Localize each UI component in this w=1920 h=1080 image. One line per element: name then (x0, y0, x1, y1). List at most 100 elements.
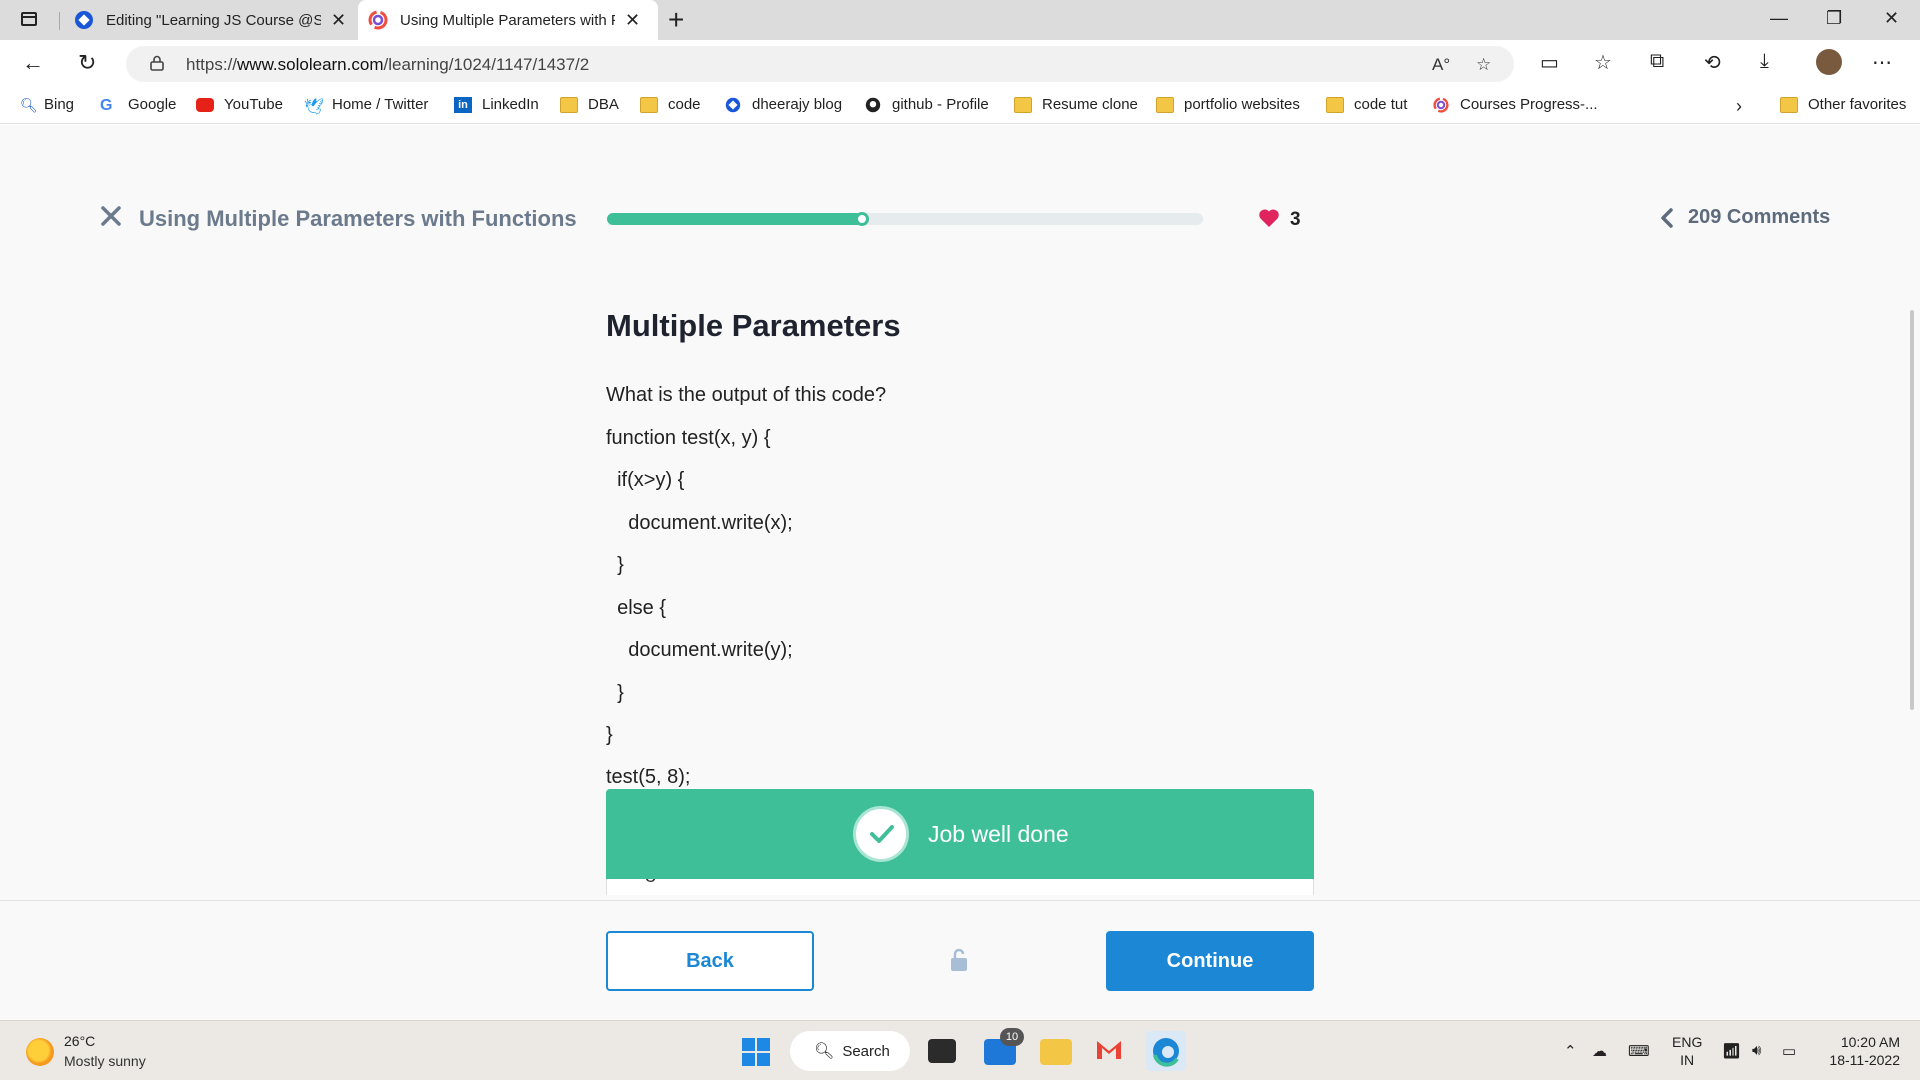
folder-icon (560, 96, 578, 113)
page-scrollbar[interactable] (1910, 310, 1914, 710)
bookmark-youtube[interactable]: YouTube (196, 96, 283, 113)
back-button[interactable]: Back (606, 931, 814, 991)
windows-start-icon[interactable] (742, 1038, 770, 1066)
tab-separator (59, 12, 60, 30)
lesson-title: Using Multiple Parameters with Functions (139, 206, 577, 231)
windows-taskbar: 26°C Mostly sunny 🔍︎ Search 10 ⌃ ☁ ⌨ ENG I… (0, 1020, 1920, 1080)
profile-avatar[interactable] (1816, 49, 1842, 75)
taskbar-search[interactable]: 🔍︎ Search (790, 1031, 910, 1071)
tray-overflow-chevron-icon[interactable]: ⌃ (1564, 1042, 1577, 1060)
gmail-icon[interactable] (1094, 1037, 1126, 1069)
folder-icon (640, 96, 658, 113)
bookmark-google[interactable]: G Google (100, 96, 176, 114)
edge-browser-icon[interactable] (1146, 1031, 1186, 1071)
volume-icon[interactable]: 🔊︎ (1752, 1042, 1761, 1059)
folder-icon (1156, 96, 1174, 113)
weather-temperature[interactable]: 26°C (64, 1033, 95, 1049)
check-icon (853, 806, 909, 862)
bookmark-folder-resume-clone[interactable]: Resume clone (1014, 96, 1138, 113)
google-icon: G (100, 96, 113, 114)
bookmark-folder-code-tut[interactable]: code tut (1326, 96, 1407, 113)
read-aloud-icon[interactable]: A° (1432, 55, 1450, 75)
progress-fill (607, 212, 870, 226)
close-icon[interactable]: ✕ (1884, 8, 1899, 29)
bookmarks-overflow-chevron-icon[interactable]: › (1736, 96, 1742, 117)
question-text: What is the output of this code? (606, 384, 887, 406)
file-explorer-icon[interactable] (1040, 1039, 1072, 1065)
favorites-icon[interactable]: ☆ (1594, 50, 1612, 75)
mail-badge: 10 (1000, 1028, 1024, 1046)
add-favorite-icon[interactable]: ☆ (1476, 55, 1491, 75)
code-line: function test(x, y) { (606, 427, 771, 449)
collections-icon[interactable]: ⧉ (1650, 50, 1664, 73)
battery-icon[interactable]: ▭ (1782, 1042, 1796, 1060)
folder-icon (1780, 96, 1798, 113)
address-toolbar: ← ↻ https://www.sololearn.com/learning/1… (0, 40, 1920, 88)
keyboard-icon[interactable]: ⌨ (1628, 1042, 1650, 1060)
close-lesson-icon[interactable] (100, 205, 122, 227)
folder-icon (1326, 96, 1344, 113)
blog-icon (725, 97, 741, 112)
bookmark-github[interactable]: github - Profile (864, 96, 989, 113)
task-view-icon[interactable] (928, 1039, 956, 1063)
tab-actions-icon[interactable] (18, 9, 40, 31)
download-icon[interactable]: ⤓ (1760, 50, 1769, 73)
blog-icon (75, 11, 93, 29)
tab-close-icon[interactable]: ✕ (331, 10, 346, 31)
lock-icon (150, 55, 164, 71)
weather-sun-icon[interactable] (26, 1038, 54, 1066)
new-tab-icon[interactable]: + (668, 4, 684, 36)
hearts-count: 3 (1290, 209, 1301, 230)
bookmark-other-favorites[interactable]: Other favorites (1780, 96, 1906, 113)
minimize-icon[interactable]: — (1770, 8, 1788, 29)
answer-value: 8 (645, 879, 656, 888)
twitter-icon: 🕊︎ (304, 98, 325, 116)
sololearn-icon (368, 10, 388, 30)
more-options-icon[interactable]: ⋯ (1872, 50, 1892, 75)
bookmark-twitter[interactable]: 🕊︎ Home / Twitter (304, 96, 428, 116)
code-line: if(x>y) { (606, 469, 685, 491)
feedback-banner: Job well done (606, 789, 1314, 879)
sololearn-icon (1433, 96, 1449, 113)
bookmark-folder-dba[interactable]: DBA (560, 96, 619, 113)
progress-knob (855, 212, 870, 226)
folder-icon (1014, 96, 1032, 113)
clock[interactable]: 10:20 AM 18-11-2022 (1820, 1033, 1900, 1069)
history-icon[interactable]: ⟲ (1704, 50, 1721, 75)
bookmark-folder-code[interactable]: code (640, 96, 701, 113)
bookmark-linkedin[interactable]: in LinkedIn (454, 96, 539, 113)
restore-icon[interactable]: ❐ (1826, 8, 1842, 29)
bookmark-bing[interactable]: 🔍︎ Bing (20, 96, 74, 113)
lesson-page: Using Multiple Parameters with Functions… (0, 125, 1920, 900)
bookmark-dheerajy-blog[interactable]: dheerajy blog (724, 96, 842, 113)
browser-titlebar: Editing "Learning JS Course @So ✕ Using … (0, 0, 1920, 40)
linkedin-icon: in (454, 96, 472, 113)
language-indicator[interactable]: ENG IN (1672, 1033, 1702, 1069)
lesson-heading: Multiple Parameters (606, 308, 901, 343)
lock-icon (951, 948, 967, 971)
wifi-icon[interactable]: 📶︎ (1722, 1042, 1741, 1060)
bookmark-courses-progress[interactable]: Courses Progress-... (1432, 96, 1598, 113)
address-bar[interactable]: https://www.sololearn.com/learning/1024/… (126, 46, 1514, 82)
search-icon: 🔍︎ (814, 1043, 835, 1060)
tab-close-icon[interactable]: ✕ (625, 10, 640, 31)
tab-sololearn[interactable]: Using Multiple Parameters with F ✕ (358, 0, 658, 40)
github-icon (865, 97, 881, 112)
code-line: } (606, 682, 624, 704)
favorites-bar: 🔍︎ Bing G Google YouTube 🕊︎ Home / Twitter … (0, 88, 1920, 124)
continue-button[interactable]: Continue (1106, 931, 1314, 991)
url-text[interactable]: https://www.sololearn.com/learning/1024/… (186, 55, 589, 75)
code-line: } (606, 724, 613, 746)
code-line: test(5, 8); (606, 766, 691, 788)
code-line: document.write(y); (606, 639, 793, 661)
back-arrow-icon[interactable]: ← (22, 50, 44, 76)
tab-editing[interactable]: Editing "Learning JS Course @So ✕ (64, 0, 356, 40)
lesson-progress-bar (607, 212, 1203, 226)
onedrive-cloud-icon[interactable]: ☁ (1592, 1042, 1607, 1060)
tab-title: Using Multiple Parameters with F (400, 11, 615, 29)
refresh-icon[interactable]: ↻ (78, 50, 96, 76)
cast-icon[interactable]: ▭ (1540, 50, 1559, 75)
comments-button[interactable]: 209 Comments (1660, 206, 1830, 229)
weather-description[interactable]: Mostly sunny (64, 1053, 146, 1069)
bookmark-folder-portfolio-websites[interactable]: portfolio websites (1156, 96, 1300, 113)
